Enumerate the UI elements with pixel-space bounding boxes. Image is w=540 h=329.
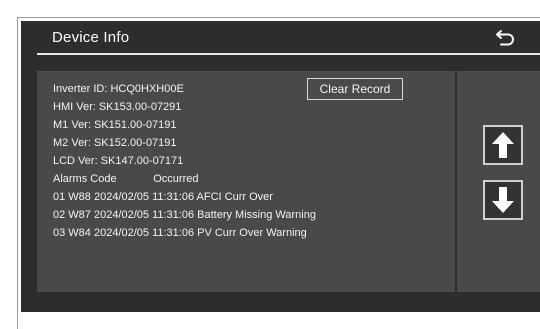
m1-version-text: M1 Ver: SK151.00-07191 — [53, 119, 177, 131]
scroll-down-button[interactable] — [483, 180, 523, 220]
back-button[interactable] — [491, 25, 521, 49]
scroll-panel — [457, 71, 540, 292]
device-screen: Device Info Inverter ID: HCQ0HXH00E HMI … — [21, 21, 540, 312]
alarm-row: 02 W87 2024/02/05 11:31:06 Battery Missi… — [53, 209, 316, 221]
alarm-row: 01 W88 2024/02/05 11:31:06 AFCI Curr Ove… — [53, 191, 273, 203]
scroll-up-button[interactable] — [483, 125, 523, 165]
lcd-version-text: LCD Ver: SK147.00-07171 — [53, 155, 184, 167]
info-panel: Inverter ID: HCQ0HXH00E HMI Ver: SK153.0… — [37, 71, 455, 292]
header-bar: Device Info — [21, 21, 540, 53]
clear-record-button[interactable]: Clear Record — [307, 78, 403, 100]
alarm-row: 03 W84 2024/02/05 11:31:06 PV Curr Over … — [53, 227, 307, 239]
header-divider — [37, 53, 540, 55]
alarms-header-text: Alarms Code Occurred — [53, 173, 199, 185]
inverter-id-text: Inverter ID: HCQ0HXH00E — [53, 83, 184, 95]
arrow-up-icon — [492, 132, 514, 158]
m2-version-text: M2 Ver: SK152.00-07191 — [53, 137, 177, 149]
hmi-version-text: HMI Ver: SK153.00-07291 — [53, 101, 182, 113]
arrow-down-icon — [492, 187, 514, 213]
page-title: Device Info — [52, 29, 130, 46]
back-return-icon — [496, 30, 514, 46]
